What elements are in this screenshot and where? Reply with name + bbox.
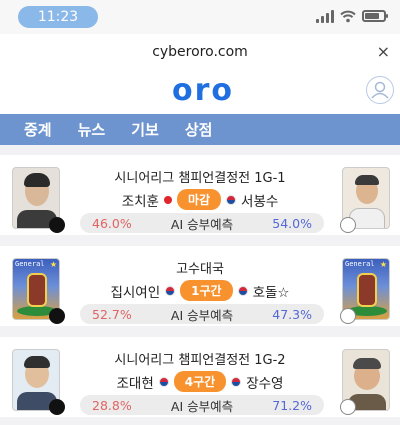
oro-logo[interactable]: o r o	[172, 73, 232, 108]
prediction-right: 71.2%	[272, 397, 312, 413]
white-stone-icon	[340, 308, 356, 324]
ai-prediction-bar: 28.8% AI 승부예측 71.2%	[80, 395, 324, 415]
status-time: 11:23	[18, 6, 98, 28]
korea-flag-icon	[226, 194, 237, 205]
portrait-hair	[24, 356, 50, 368]
korea-flag-icon	[165, 285, 176, 296]
status-badge: 마감	[176, 189, 222, 210]
star-icon: ★	[49, 260, 57, 269]
logo-letter: o	[211, 73, 232, 108]
nav-item-shop[interactable]: 상점	[185, 119, 213, 140]
prediction-left: 28.8%	[92, 397, 132, 413]
general-label: General	[345, 260, 375, 268]
ai-prediction-label: AI 승부예측	[170, 307, 234, 323]
portrait-hair	[355, 175, 379, 185]
cellular-signal-icon	[316, 9, 334, 23]
portrait-hair	[353, 358, 381, 369]
star-icon: ★	[379, 260, 387, 269]
portrait-hair	[24, 173, 50, 187]
match-card[interactable]: 시니어리그 챔피언결정전 1G-2 조대현 4구간 장수영 28.8% AI 승…	[0, 337, 400, 417]
browser-url-bar: cyberoro.com ×	[0, 34, 400, 68]
korea-flag-icon	[231, 376, 242, 387]
logo-letter: r	[194, 73, 210, 108]
black-stone-icon	[49, 399, 65, 415]
prediction-left: 46.0%	[92, 215, 132, 231]
url-text[interactable]: cyberoro.com	[0, 44, 400, 60]
profile-button[interactable]	[366, 76, 394, 104]
player-right-name: 서봉수	[241, 193, 279, 210]
battery-icon	[362, 10, 388, 22]
match-players: 조대현 4구간 장수영	[80, 371, 320, 392]
match-players: 조치훈 마감 서봉수	[80, 189, 320, 210]
prediction-right: 47.3%	[272, 306, 312, 322]
player-right-name: 장수영	[246, 375, 284, 392]
prediction-left: 52.7%	[92, 306, 132, 322]
match-title: 시니어리그 챔피언결정전 1G-1	[114, 171, 286, 186]
player-right-name: 호돌☆	[252, 284, 290, 301]
black-stone-icon	[49, 308, 65, 324]
close-icon[interactable]: ×	[377, 42, 390, 61]
wifi-icon	[340, 10, 356, 22]
user-icon	[370, 81, 389, 99]
status-bar: 11:23	[0, 0, 400, 34]
general-figure	[357, 273, 377, 307]
site-header: o r o	[0, 68, 400, 114]
player-left-name: 조대현	[116, 375, 154, 392]
general-label: General	[15, 260, 45, 268]
nav-item-live[interactable]: 중계	[24, 119, 52, 140]
status-badge: 1구간	[180, 280, 233, 301]
match-title: 고수대국	[176, 262, 224, 277]
nav-item-news[interactable]: 뉴스	[78, 119, 106, 140]
prediction-right: 54.0%	[272, 215, 312, 231]
match-card[interactable]: 시니어리그 챔피언결정전 1G-1 조치훈 마감 서봉수 46.0% AI 승부…	[0, 155, 400, 235]
logo-letter: o	[172, 73, 193, 108]
match-title: 시니어리그 챔피언결정전 1G-2	[114, 353, 286, 368]
ai-prediction-bar: 52.7% AI 승부예측 47.3%	[80, 304, 324, 324]
match-card[interactable]: General ★ 고수대국 집시여인 1구간 호돌☆ 52.7% AI 승부예…	[0, 246, 400, 326]
korea-flag-icon	[237, 285, 248, 296]
player-left-name: 집시여인	[110, 284, 161, 301]
ai-prediction-bar: 46.0% AI 승부예측 54.0%	[80, 213, 324, 233]
japan-flag-icon	[163, 195, 172, 204]
ai-prediction-label: AI 승부예측	[170, 398, 234, 414]
main-nav: 중계 뉴스 기보 상점	[0, 114, 400, 145]
general-figure	[27, 273, 47, 307]
white-stone-icon	[340, 399, 356, 415]
player-left-name: 조치훈	[121, 193, 159, 210]
black-stone-icon	[49, 217, 65, 233]
status-icons	[316, 9, 388, 23]
nav-item-records[interactable]: 기보	[131, 119, 159, 140]
ai-prediction-label: AI 승부예측	[170, 216, 234, 232]
status-badge: 4구간	[173, 371, 227, 392]
korea-flag-icon	[158, 376, 169, 387]
match-players: 집시여인 1구간 호돌☆	[80, 280, 320, 301]
white-stone-icon	[340, 217, 356, 233]
